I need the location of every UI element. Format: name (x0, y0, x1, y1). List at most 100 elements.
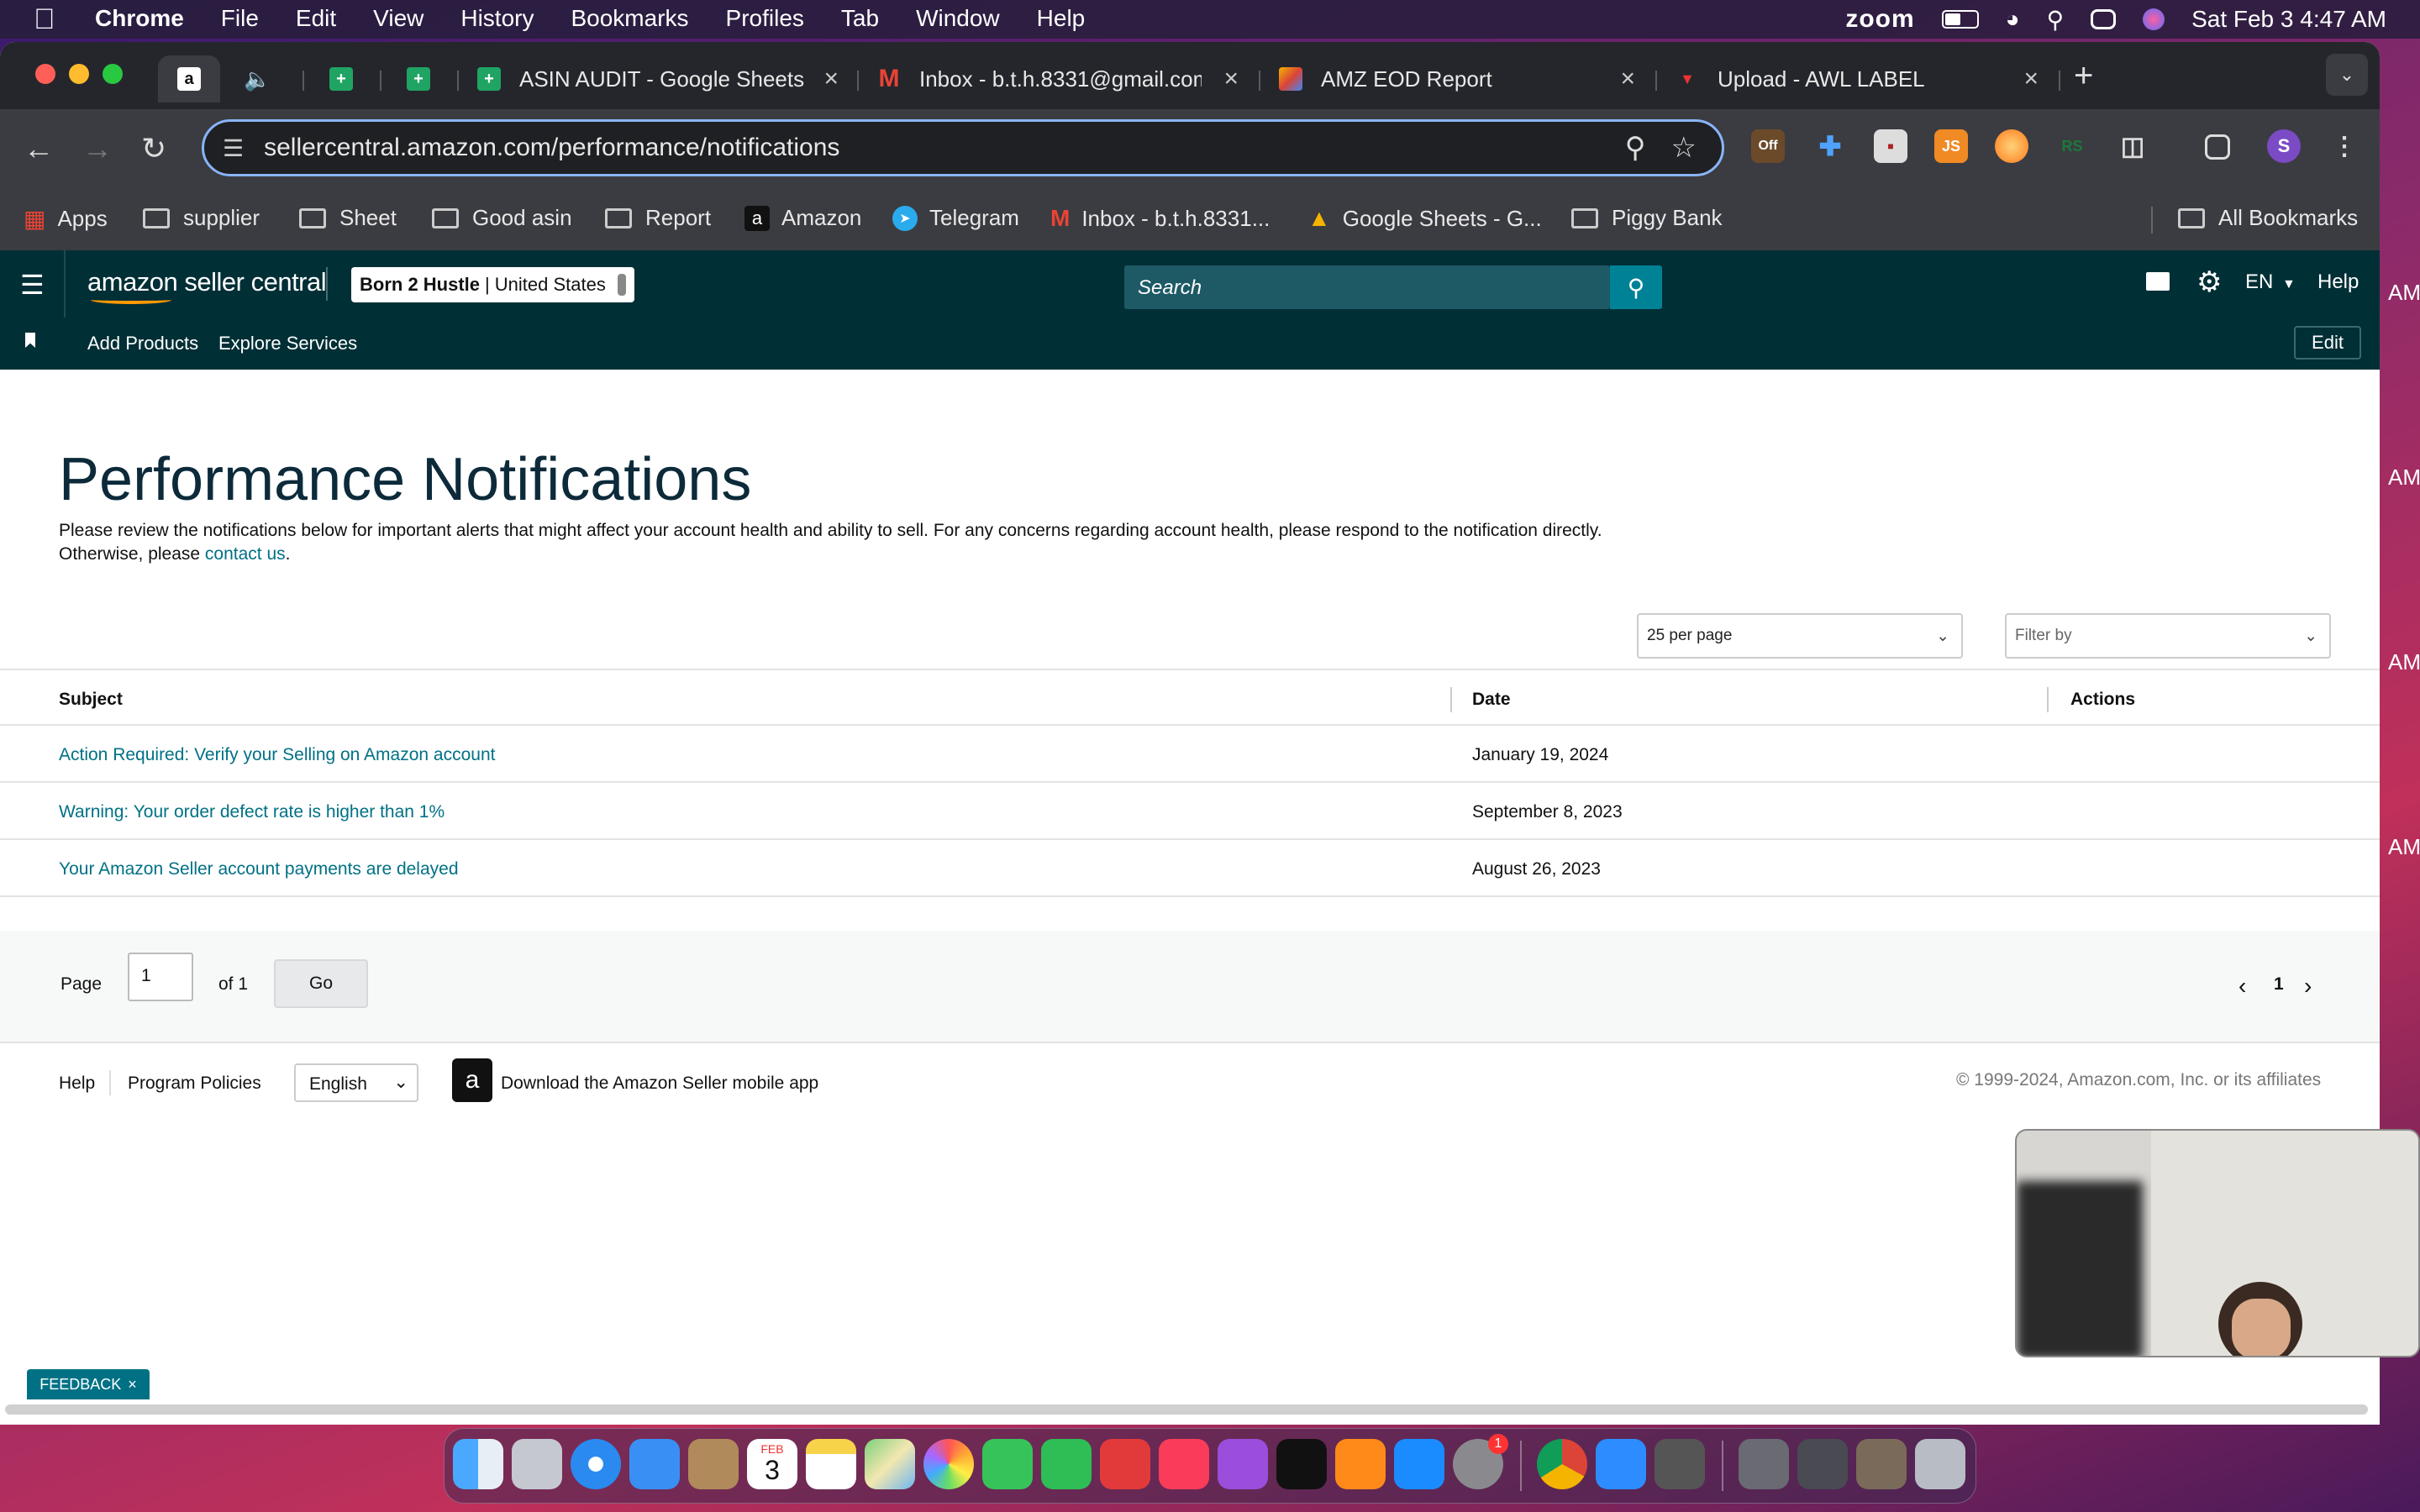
extension-rs-icon[interactable]: RS (2055, 129, 2089, 163)
extension-js-icon[interactable]: JS (1934, 129, 1968, 163)
filter-by-select[interactable]: Filter by ⌄ (2005, 613, 2331, 659)
podcasts-icon[interactable] (1218, 1439, 1268, 1489)
maps-icon[interactable] (865, 1439, 915, 1489)
battery-icon[interactable] (1941, 10, 1979, 29)
hamburger-menu-icon[interactable]: ☰ (20, 269, 45, 301)
siri-icon[interactable] (2143, 8, 2165, 30)
messages-app-icon[interactable] (982, 1439, 1033, 1489)
close-tab-icon[interactable]: × (1620, 65, 1635, 93)
close-icon[interactable]: × (128, 1376, 137, 1394)
menu-profiles[interactable]: Profiles (726, 5, 804, 32)
folder-stack-icon[interactable] (1739, 1439, 1789, 1489)
next-page-icon[interactable]: › (2304, 973, 2312, 1000)
notes-icon[interactable] (806, 1439, 856, 1489)
keyboard-stack-icon[interactable] (1797, 1439, 1848, 1489)
tab-amazon-pinned[interactable]: a (158, 55, 220, 102)
messages-icon[interactable] (2146, 272, 2170, 291)
documents-stack-icon[interactable] (1856, 1439, 1907, 1489)
new-tab-button[interactable]: + (2074, 57, 2093, 95)
control-center-icon[interactable] (2091, 9, 2117, 29)
back-button[interactable]: ← (24, 131, 54, 166)
contact-us-link[interactable]: contact us (205, 544, 286, 564)
menu-view[interactable]: View (373, 5, 424, 32)
music-icon[interactable] (1159, 1439, 1209, 1489)
subnav-explore-services[interactable]: Explore Services (218, 333, 357, 354)
bookmark-sheet[interactable]: Sheet (299, 205, 397, 231)
app-store-icon[interactable] (1394, 1439, 1444, 1489)
books-icon[interactable] (1335, 1439, 1386, 1489)
edit-nav-button[interactable]: Edit (2294, 326, 2361, 360)
notification-subject-link[interactable]: Warning: Your order defect rate is highe… (59, 802, 445, 822)
notification-subject-link[interactable]: Your Amazon Seller account payments are … (59, 859, 459, 879)
go-button[interactable]: Go (274, 959, 368, 1008)
mail-icon[interactable] (629, 1439, 680, 1489)
url-text[interactable]: sellercentral.amazon.com/performance/not… (264, 134, 1625, 162)
spotlight-search-icon[interactable]: ⚲ (2047, 6, 2065, 34)
tab-search-button[interactable]: ⌄ (2326, 54, 2368, 96)
address-bar[interactable]: ☰ sellercentral.amazon.com/performance/n… (202, 119, 1724, 176)
bookmark-report[interactable]: Report (605, 205, 711, 231)
system-settings-icon[interactable]: 1 (1453, 1434, 1508, 1489)
column-header-subject[interactable]: Subject (59, 690, 123, 710)
tab-upload-awl-label[interactable]: ▼ Upload - AWL LABEL × (1676, 55, 2039, 102)
calculator-icon[interactable] (1655, 1439, 1705, 1489)
side-panel-icon[interactable] (2205, 134, 2230, 160)
menu-history[interactable]: History (460, 5, 534, 32)
account-switcher[interactable]: Born 2 Hustle | United States (351, 267, 634, 302)
menu-edit[interactable]: Edit (296, 5, 336, 32)
extensions-puzzle-icon[interactable]: ◫ (2116, 129, 2149, 163)
column-header-date[interactable]: Date (1472, 690, 1511, 710)
current-page-number[interactable]: 1 (2274, 974, 2284, 995)
tab-amz-eod-report[interactable]: AMZ EOD Report × (1279, 55, 1635, 102)
menu-chrome[interactable]: Chrome (95, 5, 184, 32)
apple-tv-icon[interactable] (1276, 1439, 1327, 1489)
wifi-icon[interactable]: ◕ (2006, 6, 2020, 33)
close-tab-icon[interactable]: × (823, 65, 839, 93)
subnav-add-products[interactable]: Add Products (87, 333, 198, 354)
zoom-status-icon[interactable]: zoom (1845, 5, 1914, 34)
video-call-overlay[interactable] (2015, 1129, 2420, 1357)
trash-icon[interactable] (1915, 1439, 1965, 1489)
contacts-icon[interactable] (688, 1439, 739, 1489)
seller-central-logo[interactable]: amazon seller central (87, 267, 327, 297)
bookmark-gmail-inbox[interactable]: M Inbox - b.t.h.8331... (1050, 205, 1270, 232)
bookmark-amazon[interactable]: a Amazon (744, 205, 861, 231)
extension-blue-icon[interactable]: ✚ (1813, 129, 1847, 163)
page-number-input[interactable]: 1 (128, 953, 193, 1001)
footer-program-policies-link[interactable]: Program Policies (128, 1074, 261, 1094)
forward-button[interactable]: → (82, 131, 113, 166)
menu-window[interactable]: Window (916, 5, 1000, 32)
per-page-select[interactable]: 25 per page ⌄ (1637, 613, 1963, 659)
header-help-link[interactable]: Help (2317, 270, 2359, 294)
previous-page-icon[interactable]: ‹ (2238, 973, 2246, 1000)
calendar-icon[interactable]: FEB 3 (747, 1439, 797, 1489)
apple-icon[interactable]:  (34, 3, 55, 36)
bookmark-telegram[interactable]: ➤ Telegram (892, 205, 1019, 231)
seller-search-button[interactable]: ⚲ (1610, 265, 1662, 309)
bookmark-supplier[interactable]: supplier (143, 205, 260, 231)
tab-asin-audit[interactable]: + ASIN AUDIT - Google Sheets × (477, 55, 839, 102)
menu-file[interactable]: File (221, 5, 259, 32)
tab-audio-pinned[interactable]: 🔈 (244, 55, 286, 102)
app-red-icon[interactable] (1100, 1439, 1150, 1489)
close-window-button[interactable] (35, 64, 55, 84)
bookmark-star-icon[interactable]: ☆ (1671, 131, 1697, 165)
zoom-dock-icon[interactable] (1596, 1439, 1646, 1489)
photos-icon[interactable] (923, 1439, 974, 1489)
finder-icon[interactable] (453, 1439, 503, 1489)
safari-icon[interactable] (571, 1439, 621, 1489)
bookmark-ribbon-icon[interactable] (25, 333, 35, 348)
menu-help[interactable]: Help (1037, 5, 1086, 32)
site-settings-icon[interactable]: ☰ (223, 134, 244, 162)
tab-gmail-inbox[interactable]: M Inbox - b.t.h.8331@gmail.com × (877, 55, 1239, 102)
launchpad-icon[interactable] (512, 1439, 562, 1489)
menubar-clock[interactable]: Sat Feb 3 4:47 AM (2191, 6, 2386, 33)
bookmark-google-sheets[interactable]: ▲ Google Sheets - G... (1307, 205, 1542, 232)
profile-avatar[interactable]: S (2267, 129, 2301, 163)
extension-orange-circle-icon[interactable] (1995, 129, 2028, 163)
zoom-magnifier-icon[interactable]: ⚲ (1625, 131, 1646, 165)
reload-button[interactable]: ↻ (141, 131, 166, 166)
close-tab-icon[interactable]: × (1223, 65, 1239, 93)
footer-language-select[interactable]: English ⌄ (294, 1063, 418, 1102)
horizontal-scrollbar[interactable] (5, 1404, 2368, 1415)
